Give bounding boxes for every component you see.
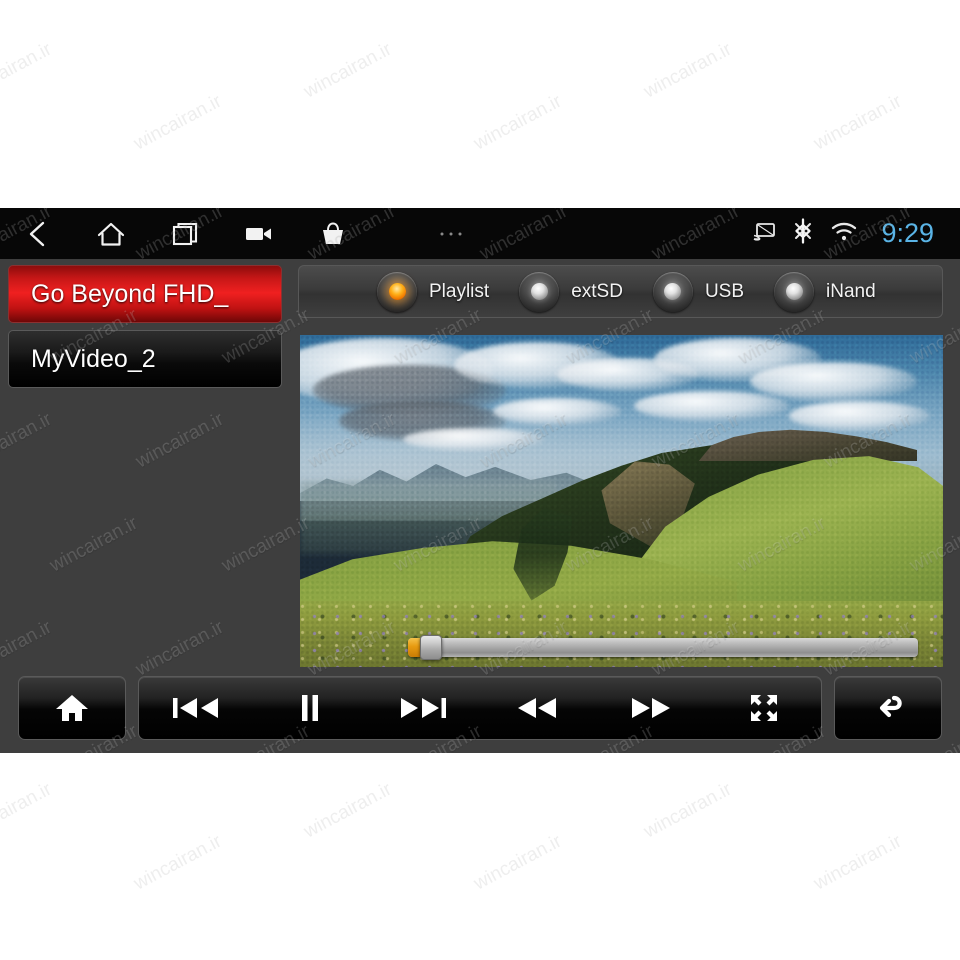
home-icon[interactable] — [74, 208, 148, 259]
back-button[interactable] — [834, 676, 942, 740]
transport-control-bar — [0, 667, 960, 753]
recents-icon[interactable] — [148, 208, 222, 259]
watermark-text: wincairan.ir — [640, 778, 736, 843]
more-options-icon[interactable] — [414, 208, 488, 259]
pause-button[interactable] — [253, 677, 367, 739]
source-option-label: USB — [704, 280, 745, 302]
radio-led-icon[interactable] — [377, 271, 417, 312]
playlist-item[interactable]: Go Beyond FHD_ — [8, 265, 282, 323]
bluetooth-icon — [793, 218, 813, 249]
status-tray: 9:29 — [752, 218, 960, 249]
playlist-panel: Go Beyond FHD_ MyVideo_2 — [0, 259, 290, 667]
home-button[interactable] — [18, 676, 126, 740]
watermark-text: wincairan.ir — [130, 90, 226, 155]
rewind-button[interactable] — [480, 677, 594, 739]
video-playback-surface[interactable] — [300, 335, 943, 667]
video-camera-icon[interactable] — [222, 208, 296, 259]
led-indicator — [530, 283, 548, 300]
android-status-bar: 9:29 — [0, 208, 960, 259]
video-grain — [300, 335, 943, 667]
source-option-label: extSD — [571, 280, 623, 302]
media-controls-group — [138, 676, 822, 740]
watermark-text: wincairan.ir — [300, 38, 396, 103]
basket-icon[interactable] — [296, 208, 370, 259]
watermark-text: wincairan.ir — [0, 38, 56, 103]
next-track-button[interactable] — [366, 677, 480, 739]
source-option-extsd[interactable]: extSD — [519, 271, 623, 312]
wifi-icon — [830, 220, 858, 247]
radio-led-icon[interactable] — [652, 271, 693, 312]
seek-bar[interactable] — [408, 635, 918, 660]
car-head-unit-screen: 9:29 Go Beyond FHD_ MyVideo_2 Playlist e… — [0, 208, 960, 753]
watermark-text: wincairan.ir — [810, 90, 906, 155]
cast-icon — [752, 221, 776, 246]
back-icon[interactable] — [0, 208, 74, 259]
watermark-text: wincairan.ir — [640, 38, 736, 103]
source-option-inand[interactable]: iNand — [774, 271, 876, 312]
watermark-text: wincairan.ir — [810, 830, 906, 895]
radio-led-icon[interactable] — [774, 271, 815, 312]
watermark-text: wincairan.ir — [0, 778, 56, 843]
source-selector-bar: Playlist extSD USB iNand — [298, 265, 943, 318]
watermark-text: wincairan.ir — [470, 830, 566, 895]
source-option-label: iNand — [826, 280, 876, 302]
source-option-usb[interactable]: USB — [652, 271, 745, 312]
screenshot-canvas: 9:29 Go Beyond FHD_ MyVideo_2 Playlist e… — [0, 0, 960, 960]
led-indicator — [664, 283, 682, 300]
fullscreen-button[interactable] — [707, 677, 821, 739]
status-bar-clock: 9:29 — [881, 218, 934, 248]
playlist-item[interactable]: MyVideo_2 — [8, 330, 282, 388]
source-option-label: Playlist — [429, 280, 490, 302]
seek-bar-thumb[interactable] — [420, 635, 442, 660]
radio-led-icon[interactable] — [519, 271, 560, 312]
led-indicator — [388, 283, 406, 300]
led-indicator — [785, 283, 803, 300]
previous-track-button[interactable] — [139, 677, 253, 739]
playlist-item-title: Go Beyond FHD_ — [31, 279, 229, 308]
watermark-text: wincairan.ir — [130, 830, 226, 895]
source-option-playlist[interactable]: Playlist — [377, 271, 490, 312]
playlist-item-title: MyVideo_2 — [31, 344, 156, 373]
watermark-text: wincairan.ir — [300, 778, 396, 843]
navigation-icon-group — [0, 208, 488, 259]
fast-forward-button[interactable] — [594, 677, 708, 739]
watermark-text: wincairan.ir — [470, 90, 566, 155]
